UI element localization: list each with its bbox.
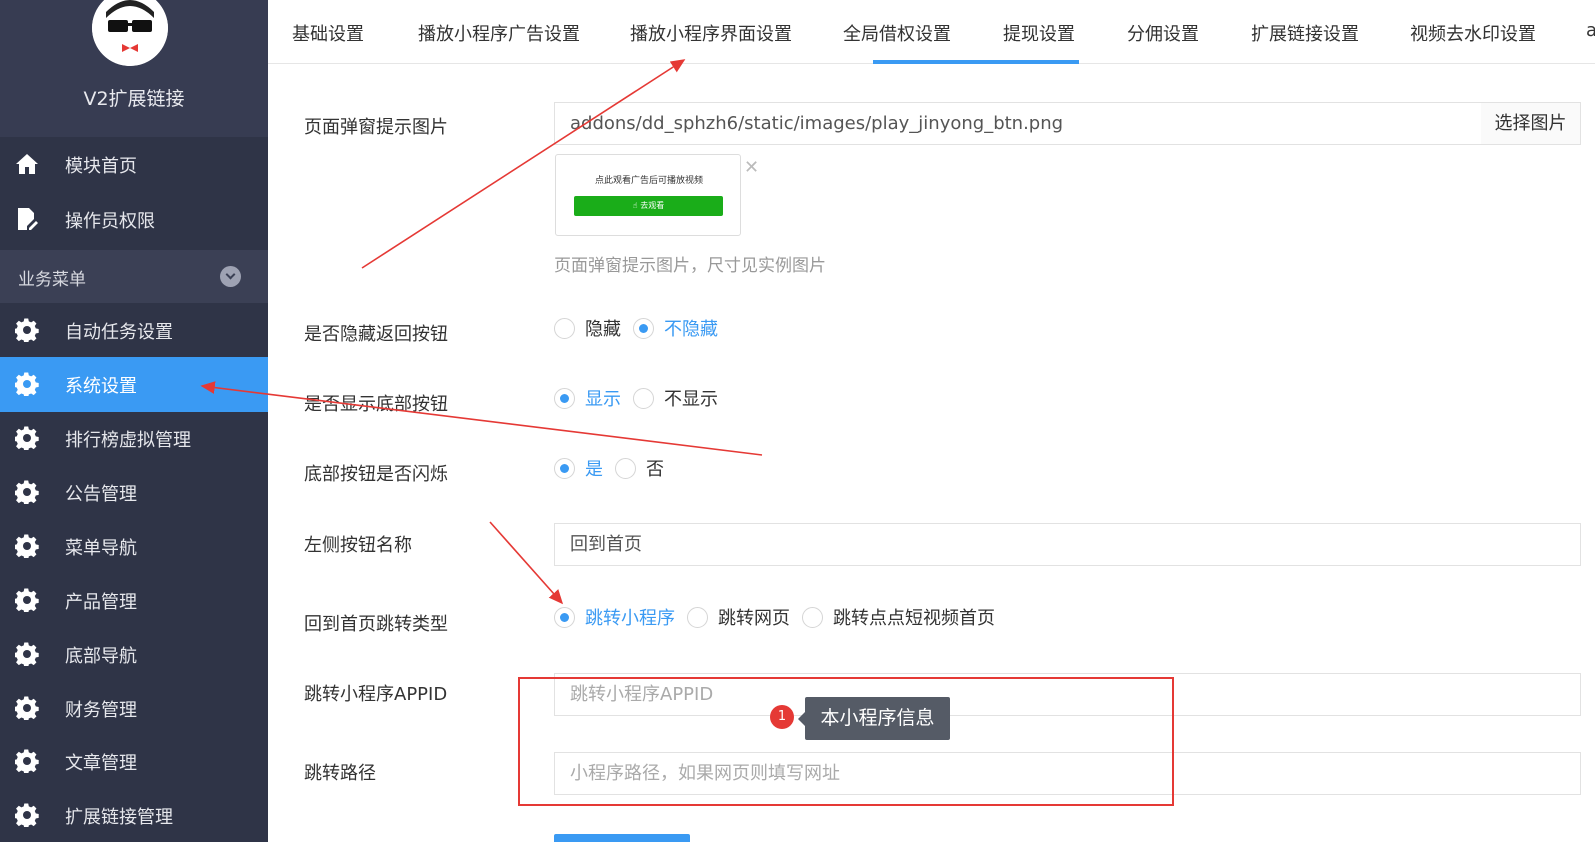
- radio-jump-webpage-label: 跳转网页: [718, 608, 790, 629]
- sidebar-item-products[interactable]: 产品管理: [0, 573, 268, 628]
- home-icon: [14, 151, 40, 177]
- sidebar-item-label: 排行榜虚拟管理: [65, 430, 191, 451]
- gear-icon: [14, 695, 40, 721]
- radio-not-hide-label: 不隐藏: [664, 319, 718, 340]
- gear-icon: [14, 425, 40, 451]
- radio-jump-diandian-label: 跳转点点短视频首页: [833, 608, 995, 629]
- hide-back-radio-group: 隐藏 不隐藏: [554, 315, 730, 341]
- submit-button[interactable]: [554, 834, 690, 842]
- chevron-down-icon: [220, 266, 241, 287]
- tab-basic[interactable]: 基础设置: [292, 20, 364, 46]
- sidebar-item-bottom-nav[interactable]: 底部导航: [0, 627, 268, 682]
- sidebar-item-label: 扩展链接管理: [65, 807, 173, 828]
- sidebar-item-label: 产品管理: [65, 592, 137, 613]
- tab-more[interactable]: a: [1586, 20, 1595, 41]
- avatar: [92, 0, 168, 66]
- left-button-name-input[interactable]: 回到首页: [554, 523, 1581, 566]
- sidebar: V2扩展链接 模块首页 操作员权限 业务菜单 自动任务设置 系统设置 排行榜虚拟…: [0, 0, 268, 842]
- sidebar-item-module-home[interactable]: 模块首页: [0, 137, 268, 192]
- home-jump-type-label: 回到首页跳转类型: [304, 614, 448, 635]
- annotation-arrow-to-jump-type: [489, 521, 564, 605]
- sidebar-item-articles[interactable]: 文章管理: [0, 734, 268, 789]
- annotation-tooltip: 本小程序信息: [798, 697, 950, 740]
- tab-ad-settings[interactable]: 播放小程序广告设置: [418, 20, 580, 46]
- gear-icon: [14, 587, 40, 613]
- select-image-button[interactable]: 选择图片: [1481, 102, 1581, 145]
- gear-icon: [14, 748, 40, 774]
- settings-tabs: 基础设置 播放小程序广告设置 播放小程序界面设置 全局借权设置 提现设置 分佣设…: [268, 0, 1595, 64]
- sidebar-item-label: 文章管理: [65, 753, 137, 774]
- jump-path-label: 跳转路径: [304, 763, 376, 784]
- sidebar-item-ranking-virtual[interactable]: 排行榜虚拟管理: [0, 411, 268, 466]
- gear-icon: [14, 317, 40, 343]
- radio-no-label: 否: [646, 459, 664, 480]
- radio-jump-webpage[interactable]: [687, 606, 708, 628]
- gear-icon: [14, 802, 40, 828]
- close-icon[interactable]: ✕: [744, 157, 759, 178]
- preview-watch-label: 去观看: [640, 201, 665, 210]
- hide-back-label: 是否隐藏返回按钮: [304, 324, 448, 345]
- sidebar-item-operator-permissions[interactable]: 操作员权限: [0, 192, 268, 247]
- sidebar-item-announcements[interactable]: 公告管理: [0, 465, 268, 520]
- radio-hide[interactable]: [554, 317, 575, 339]
- left-button-name-label: 左侧按钮名称: [304, 535, 412, 556]
- radio-show[interactable]: [554, 387, 575, 409]
- sidebar-item-auto-task[interactable]: 自动任务设置: [0, 303, 268, 358]
- bottom-flash-radio-group: 是 否: [554, 455, 676, 481]
- sidebar-item-finance[interactable]: 财务管理: [0, 681, 268, 736]
- tab-watermark[interactable]: 视频去水印设置: [1410, 20, 1536, 46]
- sidebar-item-label: 系统设置: [65, 376, 137, 397]
- preview-watch-button: ☝ 去观看: [574, 196, 723, 216]
- home-jump-type-radio-group: 跳转小程序 跳转网页 跳转点点短视频首页: [554, 604, 1007, 630]
- gear-icon: [14, 533, 40, 559]
- brand-title: V2扩展链接: [83, 88, 185, 110]
- radio-no[interactable]: [615, 457, 636, 479]
- sidebar-item-label: 模块首页: [65, 156, 137, 177]
- tab-commission[interactable]: 分佣设置: [1127, 20, 1199, 46]
- gear-icon: [14, 641, 40, 667]
- tab-extension-links[interactable]: 扩展链接设置: [1251, 20, 1359, 46]
- radio-jump-diandian[interactable]: [802, 606, 823, 628]
- popup-image-label: 页面弹窗提示图片: [304, 117, 448, 138]
- show-bottom-label: 是否显示底部按钮: [304, 394, 448, 415]
- sidebar-section-business-menu[interactable]: 业务菜单: [0, 250, 268, 303]
- preview-text: 点此观看广告后可播放视频: [594, 176, 703, 186]
- radio-hide-label: 隐藏: [585, 319, 621, 340]
- tab-withdraw[interactable]: 提现设置: [1003, 20, 1075, 46]
- sidebar-item-label: 公告管理: [65, 484, 137, 505]
- sidebar-item-label: 自动任务设置: [65, 322, 173, 343]
- gear-icon: [14, 371, 40, 397]
- tab-interface-settings[interactable]: 播放小程序界面设置: [630, 20, 792, 46]
- sidebar-item-label: 操作员权限: [65, 211, 155, 232]
- sidebar-item-menu-nav[interactable]: 菜单导航: [0, 519, 268, 574]
- gear-icon: [14, 479, 40, 505]
- radio-jump-miniprogram[interactable]: [554, 606, 575, 628]
- radio-not-show-label: 不显示: [664, 389, 718, 410]
- sidebar-item-label: 菜单导航: [65, 538, 137, 559]
- radio-not-hide[interactable]: [633, 317, 654, 339]
- radio-yes[interactable]: [554, 457, 575, 479]
- radio-yes-label: 是: [585, 459, 603, 480]
- brand-header: V2扩展链接: [0, 0, 268, 137]
- section-label: 业务菜单: [18, 270, 86, 290]
- document-edit-icon: [14, 206, 40, 232]
- jump-appid-label: 跳转小程序APPID: [304, 684, 448, 705]
- radio-show-label: 显示: [585, 389, 621, 410]
- tab-global-auth[interactable]: 全局借权设置: [843, 20, 951, 46]
- sidebar-item-label: 财务管理: [65, 700, 137, 721]
- sidebar-item-system-settings[interactable]: 系统设置: [0, 357, 268, 412]
- sidebar-item-label: 底部导航: [65, 646, 137, 667]
- show-bottom-radio-group: 显示 不显示: [554, 385, 730, 411]
- popup-image-path-input[interactable]: addons/dd_sphzh6/static/images/play_jiny…: [554, 102, 1482, 145]
- popup-image-help: 页面弹窗提示图片，尺寸见实例图片: [554, 256, 826, 276]
- bottom-flash-label: 底部按钮是否闪烁: [304, 464, 448, 485]
- active-tab-indicator: [873, 60, 1079, 64]
- radio-jump-miniprogram-label: 跳转小程序: [585, 608, 675, 629]
- annotation-badge: 1: [770, 705, 794, 729]
- radio-not-show[interactable]: [633, 387, 654, 409]
- popup-image-preview: 点此观看广告后可播放视频 ☝ 去观看: [555, 154, 741, 236]
- sidebar-item-extension-links[interactable]: 扩展链接管理: [0, 788, 268, 842]
